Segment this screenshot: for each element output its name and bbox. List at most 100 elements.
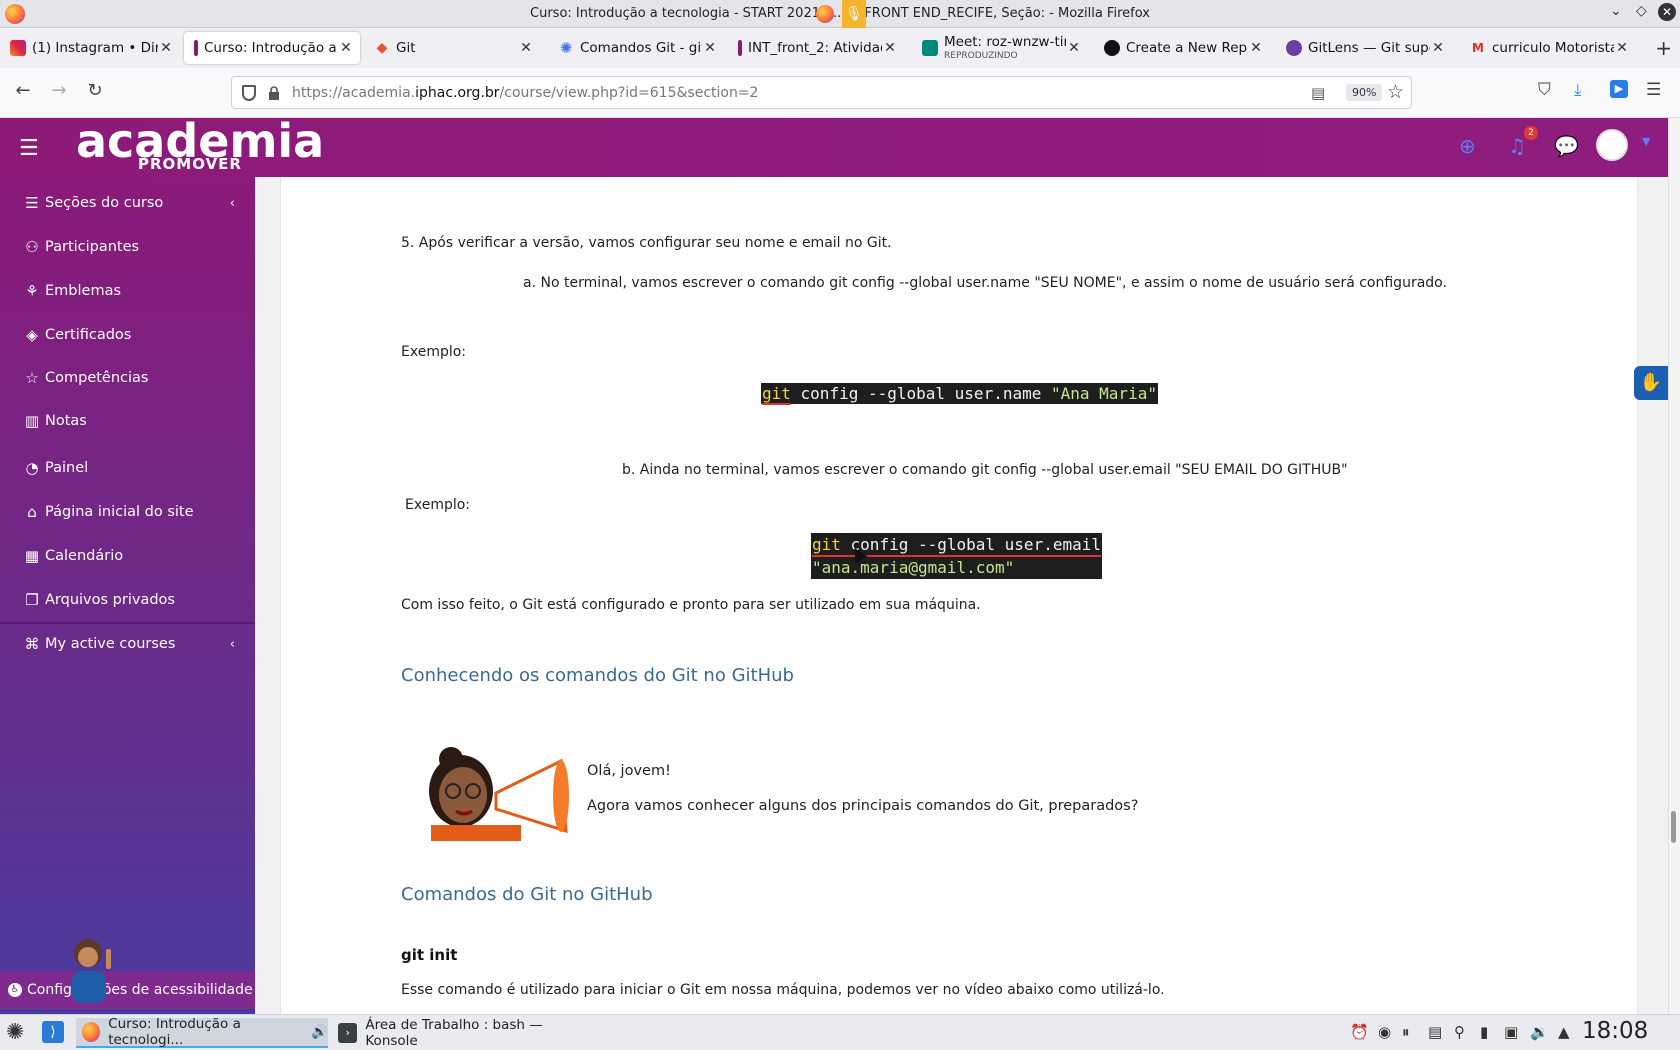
scrollbar-thumb[interactable] <box>1671 811 1676 843</box>
sidebar-item-notas[interactable]: ▥ Notas <box>0 401 255 441</box>
url-bar[interactable]: https://academia.iphac.org.br/course/vie… <box>231 76 1412 109</box>
close-window-icon[interactable]: ✕ <box>1658 3 1676 21</box>
zoom-app-icon[interactable]: ▶ <box>1610 80 1628 98</box>
code-keyword: git <box>762 384 791 405</box>
close-tab-icon[interactable]: ✕ <box>702 40 718 56</box>
forward-icon[interactable]: → <box>46 80 72 101</box>
reader-view-icon[interactable]: ▤ <box>1311 84 1325 102</box>
intro-text: Agora vamos conhecer alguns dos principa… <box>587 798 1139 814</box>
chevron-left-icon[interactable]: ‹ <box>230 637 235 652</box>
taskbar-firefox[interactable]: Curso: Introdução a tecnologi... 🔊 <box>76 1016 328 1048</box>
chevron-left-icon[interactable]: ‹ <box>230 196 235 211</box>
accessibility-label: Configurações de acessibilidade <box>27 982 253 998</box>
url-text[interactable]: https://academia.iphac.org.br/course/vie… <box>292 85 758 101</box>
tab-gmail[interactable]: M curriculo Motorista ✕ <box>1460 32 1636 64</box>
new-tab-icon[interactable]: + <box>1655 36 1672 60</box>
bell-icon[interactable]: ♫ <box>1508 134 1526 158</box>
tab-gitlens[interactable]: GitLens — Git supercharged ✕ <box>1276 32 1452 64</box>
mascot-avatar[interactable] <box>62 935 120 1003</box>
example-label: Exemplo: <box>401 344 467 360</box>
maximize-icon[interactable]: ◇ <box>1636 3 1647 19</box>
tab-label: (1) Instagram • Direct <box>32 40 158 56</box>
sidebar-item-certificados[interactable]: ◈ Certificados <box>0 315 255 355</box>
alarm-icon[interactable]: ⏰ <box>1350 1023 1369 1041</box>
gitlens-icon <box>1286 40 1302 56</box>
close-tab-icon[interactable]: ✕ <box>518 40 534 56</box>
sidebar-item-label: Participantes <box>45 239 140 255</box>
tray-expand-icon[interactable]: ▲ <box>1558 1023 1570 1041</box>
lock-icon[interactable] <box>268 86 280 100</box>
step-5-text: 5. Após verificar a versão, vamos config… <box>401 235 892 251</box>
close-tab-icon[interactable]: ✕ <box>882 40 898 56</box>
close-tab-icon[interactable]: ✕ <box>1430 40 1446 56</box>
chevron-down-icon[interactable]: ▼ <box>1642 135 1650 148</box>
sidebar-item-emblemas[interactable]: ⚘ Emblemas <box>0 271 255 311</box>
sidebar-item-label: Emblemas <box>45 283 122 299</box>
step-b-text: b. Ainda no terminal, vamos escrever o c… <box>622 462 1348 478</box>
pocket-icon[interactable]: ⛉ <box>1538 80 1551 100</box>
speaker-icon[interactable]: 🔊 <box>311 1024 328 1040</box>
network-icon[interactable]: ▣ <box>1504 1023 1518 1041</box>
tab-meet[interactable]: Meet: roz-wnzw-tin REPRODUZINDO ✕ <box>912 32 1088 64</box>
tab-instagram[interactable]: (1) Instagram • Direct ✕ <box>0 32 180 64</box>
terminal-icon: › <box>338 1023 358 1043</box>
close-tab-icon[interactable]: ✕ <box>1066 40 1082 56</box>
bookmark-star-icon[interactable]: ☆ <box>1387 81 1404 103</box>
layers-icon: ◈ <box>26 326 38 344</box>
volume-icon[interactable]: 🔉 <box>1530 1023 1549 1041</box>
microphone-icon[interactable]: 🎙 <box>842 0 866 28</box>
zoom-level[interactable]: 90% <box>1346 84 1383 101</box>
tab-git[interactable]: ◆ Git ✕ <box>364 32 540 64</box>
sidebar: ☰ Seções do curso ‹ ⚇ Participantes ⚘ Em… <box>0 177 255 1014</box>
vscode-icon[interactable]: ⟩ <box>42 1021 64 1043</box>
globe-icon[interactable]: ⊕ <box>1459 134 1476 158</box>
close-tab-icon[interactable]: ✕ <box>1614 40 1630 56</box>
github-icon <box>1104 40 1120 56</box>
clipboard-icon[interactable]: ▤ <box>1428 1023 1442 1041</box>
accessibility-settings-button[interactable]: ♿ Configurações de acessibilidade <box>0 971 255 1009</box>
iphac-icon <box>738 40 742 56</box>
reload-icon[interactable]: ↻ <box>82 80 108 101</box>
tab-comandos-git[interactable]: ✺ Comandos Git - git ✕ <box>548 32 724 64</box>
brightness-icon[interactable]: ⚲ <box>1454 1023 1465 1041</box>
battery-icon[interactable]: ▮ <box>1480 1023 1488 1041</box>
sidebar-item-arquivos[interactable]: ❐ Arquivos privados <box>0 580 255 620</box>
files-icon: ❐ <box>25 591 39 609</box>
megaphone-illustration <box>401 733 581 841</box>
site-logo-sub: PROMOVER <box>138 155 242 173</box>
sidebar-item-calendario[interactable]: ▦ Calendário <box>0 536 255 576</box>
minimize-icon[interactable]: ⌄ <box>1610 3 1622 19</box>
tab-int-front[interactable]: INT_front_2: Atividade ✕ <box>728 32 904 64</box>
sidebar-item-participantes[interactable]: ⚇ Participantes <box>0 227 255 267</box>
menu-icon[interactable]: ☰ <box>1646 80 1661 100</box>
sidebar-item-secoes[interactable]: ☰ Seções do curso ‹ <box>0 183 255 223</box>
close-tab-icon[interactable]: ✕ <box>158 40 174 56</box>
app-launcher-icon[interactable]: ✺ <box>6 1020 24 1045</box>
close-tab-icon[interactable]: ✕ <box>1248 40 1264 56</box>
taskbar-konsole[interactable]: › Área de Trabalho : bash — Konsole <box>332 1017 592 1049</box>
sidebar-item-painel[interactable]: ◔ Painel <box>0 448 255 488</box>
calendar-icon: ▦ <box>24 547 40 565</box>
chat-icon[interactable]: 💬 <box>1554 134 1579 158</box>
scrollbar[interactable] <box>1668 118 1680 1014</box>
hamburger-icon[interactable]: ☰ <box>19 136 39 161</box>
code-text: config --global user.email <box>840 535 1101 554</box>
sign-language-icon[interactable]: ✋ <box>1634 366 1668 400</box>
code-block-username: git config --global user.name "Ana Maria… <box>761 383 1158 405</box>
tab-curso[interactable]: Curso: Introdução a tecnologia ✕ <box>184 32 360 64</box>
command-heading: git init <box>401 946 458 964</box>
sidebar-item-my-courses[interactable]: ⌘ My active courses ‹ <box>0 624 255 664</box>
tab-label: Meet: roz-wnzw-tin <box>944 34 1066 50</box>
pause-icon[interactable]: ⏸ <box>1402 1023 1410 1041</box>
shield-icon[interactable] <box>242 85 256 101</box>
clock[interactable]: 18:08 <box>1582 1018 1648 1044</box>
sidebar-item-pagina-inicial[interactable]: ⌂ Página inicial do site <box>0 492 255 532</box>
tab-github[interactable]: Create a New Repository ✕ <box>1094 32 1270 64</box>
update-icon[interactable]: ◉ <box>1378 1023 1391 1041</box>
avatar[interactable] <box>1596 129 1628 161</box>
downloads-icon[interactable]: ⤓ <box>1574 80 1582 100</box>
back-icon[interactable]: ← <box>10 80 36 101</box>
sidebar-item-competencias[interactable]: ☆ Competências <box>0 358 255 398</box>
git-icon: ◆ <box>376 40 388 56</box>
close-tab-icon[interactable]: ✕ <box>338 40 354 56</box>
